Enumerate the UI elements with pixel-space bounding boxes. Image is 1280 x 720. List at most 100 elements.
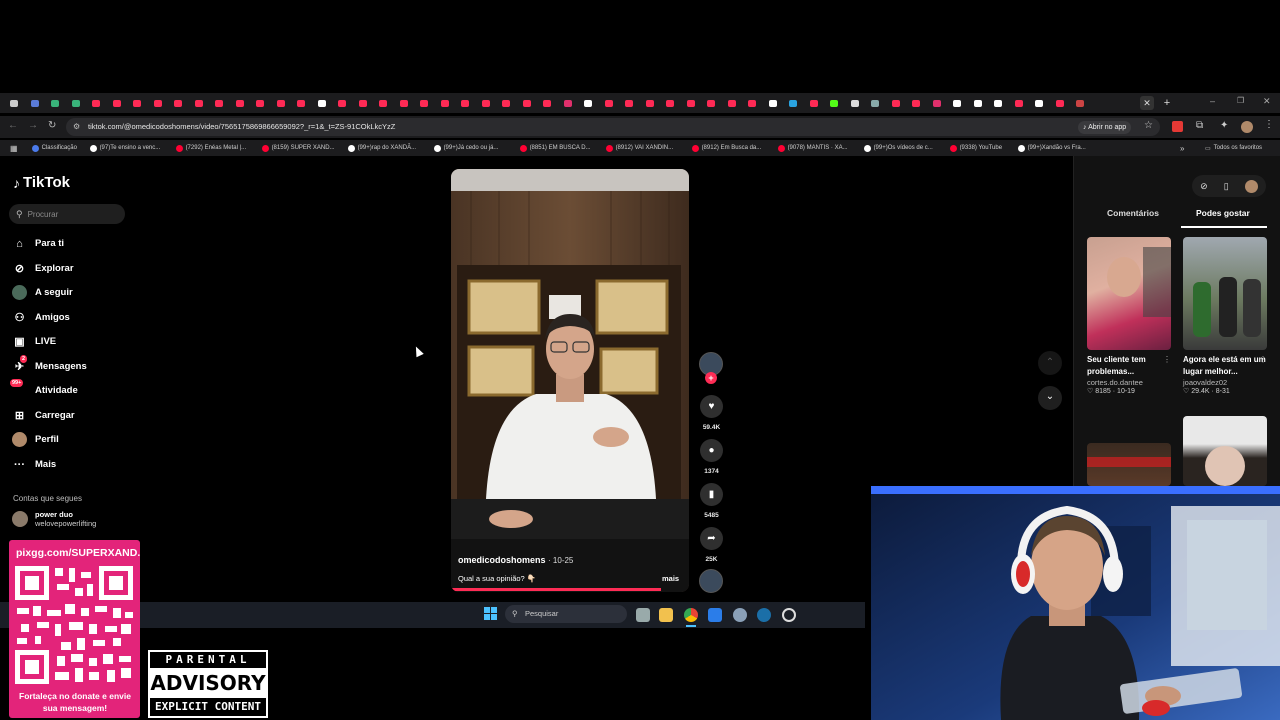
extensions-puzzle-icon[interactable]: ✦ — [1220, 120, 1228, 131]
window-minimize-icon[interactable]: – — [1210, 96, 1215, 106]
app-icon[interactable] — [782, 608, 796, 622]
site-info-icon[interactable]: ⚙ — [73, 118, 80, 136]
browser-tab[interactable] — [886, 93, 907, 113]
save-button[interactable]: ▮ — [700, 483, 723, 506]
user-avatar[interactable] — [1244, 179, 1258, 193]
browser-tab[interactable] — [1050, 93, 1071, 113]
suggestion-card[interactable]: Agora ele está em um lugar melhor... joa… — [1183, 354, 1267, 395]
browser-tab[interactable] — [1029, 93, 1050, 113]
task-view-icon[interactable] — [636, 608, 650, 622]
browser-tab[interactable] — [968, 93, 989, 113]
browser-tab[interactable] — [906, 93, 927, 113]
all-favorites-folder[interactable]: ▭ Todos os favoritos — [1205, 145, 1262, 152]
browser-tab[interactable] — [250, 93, 271, 113]
bookmark-star-icon[interactable]: ☆ — [1144, 120, 1153, 131]
bookmark-item[interactable]: (9078) MANTIS · XA... — [777, 144, 864, 152]
open-in-app-button[interactable]: ♪ Abrir no app — [1078, 121, 1132, 134]
windows-start-icon[interactable] — [484, 607, 497, 620]
suggestion-thumbnail[interactable] — [1183, 237, 1267, 350]
sidebar-item-compass[interactable]: ⊘ Explorar — [12, 261, 74, 276]
browser-tab[interactable] — [86, 93, 107, 113]
more-bookmarks-icon[interactable]: » — [1180, 144, 1184, 153]
extension-icon[interactable]: ⧉ — [1196, 120, 1203, 131]
browser-tab[interactable] — [107, 93, 128, 113]
chrome-icon[interactable] — [684, 608, 698, 622]
search-input[interactable]: ⚲ Procurar — [9, 204, 125, 224]
browser-tab[interactable] — [455, 93, 476, 113]
sidebar-item-friends[interactable]: ⚇ Amigos — [12, 310, 70, 325]
bookmark-item[interactable]: (8912) Em Busca da... — [691, 144, 778, 152]
previous-video-button[interactable]: ⌃ — [1038, 351, 1062, 375]
browser-tab[interactable] — [701, 93, 722, 113]
follow-plus-icon[interactable]: + — [705, 372, 717, 384]
browser-tab[interactable] — [127, 93, 148, 113]
browser-tab[interactable] — [291, 93, 312, 113]
following-account[interactable]: power duo welovepowerlifting — [12, 510, 96, 528]
bookmark-item[interactable]: (8851) EM BUSCA D... — [519, 144, 606, 152]
bookmark-item[interactable]: (8159) SUPER XAND... — [261, 144, 348, 152]
browser-tab[interactable] — [681, 93, 702, 113]
browser-tab[interactable] — [537, 93, 558, 113]
tab-comments[interactable]: Comentários — [1107, 208, 1159, 218]
video-author[interactable]: omedicodoshomens · 10-25 — [458, 555, 573, 565]
browser-tab[interactable] — [312, 93, 333, 113]
browser-tab[interactable] — [947, 93, 968, 113]
bookmark-item[interactable]: (99+)rap do XANDÃ... — [347, 144, 434, 152]
browser-tab[interactable] — [865, 93, 886, 113]
browser-menu-icon[interactable]: ⋮ — [1264, 119, 1274, 130]
browser-tab[interactable] — [332, 93, 353, 113]
browser-tab[interactable] — [1070, 93, 1091, 113]
browser-tab[interactable] — [66, 93, 87, 113]
bookmark-item[interactable]: (99+)Xandão vs Fra... — [1017, 144, 1104, 152]
browser-tab[interactable] — [517, 93, 538, 113]
share-button[interactable]: ➦ — [700, 527, 723, 550]
browser-tab[interactable] — [1009, 93, 1030, 113]
browser-tab[interactable] — [927, 93, 948, 113]
browser-tab[interactable] — [619, 93, 640, 113]
forward-icon[interactable]: → — [28, 120, 38, 131]
browser-tab[interactable] — [640, 93, 661, 113]
apps-grid-icon[interactable]: ▦ — [10, 144, 18, 153]
settings-gear-icon[interactable] — [733, 608, 747, 622]
more-options-icon[interactable]: ⋮ — [1259, 355, 1267, 364]
more-options-icon[interactable]: ⋮ — [1163, 355, 1171, 364]
browser-tab[interactable] — [45, 93, 66, 113]
sidebar-item-more[interactable]: ··· Mais — [12, 457, 56, 472]
browser-tab[interactable] — [804, 93, 825, 113]
bookmark-item[interactable]: (7292) Enéas Metal |... — [175, 144, 262, 152]
window-close-icon[interactable]: ✕ — [1263, 96, 1271, 107]
bookmark-item[interactable]: (97)Te ensino a venc... — [89, 144, 176, 152]
browser-tab[interactable] — [373, 93, 394, 113]
browser-tab[interactable] — [599, 93, 620, 113]
suggestion-card[interactable]: Seu cliente tem problemas... cortes.do.d… — [1087, 354, 1171, 395]
like-button[interactable]: ♥ — [700, 395, 723, 418]
sidebar-item-home[interactable]: ⌂ Para ti — [12, 236, 64, 251]
browser-tab[interactable] — [476, 93, 497, 113]
sidebar-item-profile-avatar[interactable]: Perfil — [12, 432, 59, 447]
app-icon[interactable] — [708, 608, 722, 622]
sidebar-item-following-avatar[interactable]: A seguir — [12, 285, 73, 300]
reload-icon[interactable]: ↻ — [48, 120, 56, 131]
suggestion-thumbnail[interactable] — [1087, 237, 1171, 350]
compass-icon[interactable]: ⊘ — [1200, 181, 1208, 192]
browser-tab[interactable] — [394, 93, 415, 113]
tab-close-icon[interactable]: ✕ — [1140, 96, 1154, 110]
browser-tab[interactable] — [824, 93, 845, 113]
browser-tab[interactable] — [435, 93, 456, 113]
profile-avatar[interactable] — [1241, 121, 1253, 133]
file-explorer-icon[interactable] — [659, 608, 673, 622]
browser-tab[interactable] — [783, 93, 804, 113]
tab-you-may-like[interactable]: Podes gostar — [1196, 208, 1250, 218]
browser-tab[interactable] — [271, 93, 292, 113]
browser-tab[interactable] — [763, 93, 784, 113]
browser-tab[interactable] — [742, 93, 763, 113]
next-video-button[interactable]: ⌄ — [1038, 386, 1062, 410]
sidebar-item-upload[interactable]: ⊞ Carregar — [12, 408, 75, 423]
suggestion-thumbnail[interactable] — [1183, 416, 1267, 486]
browser-tab[interactable] — [353, 93, 374, 113]
bookmark-item[interactable]: (9338) YouTube — [949, 144, 1018, 152]
tiktok-logo[interactable]: ♪ TikTok — [13, 174, 70, 191]
browser-tab[interactable] — [660, 93, 681, 113]
browser-tab[interactable] — [414, 93, 435, 113]
browser-tab[interactable] — [4, 93, 25, 113]
